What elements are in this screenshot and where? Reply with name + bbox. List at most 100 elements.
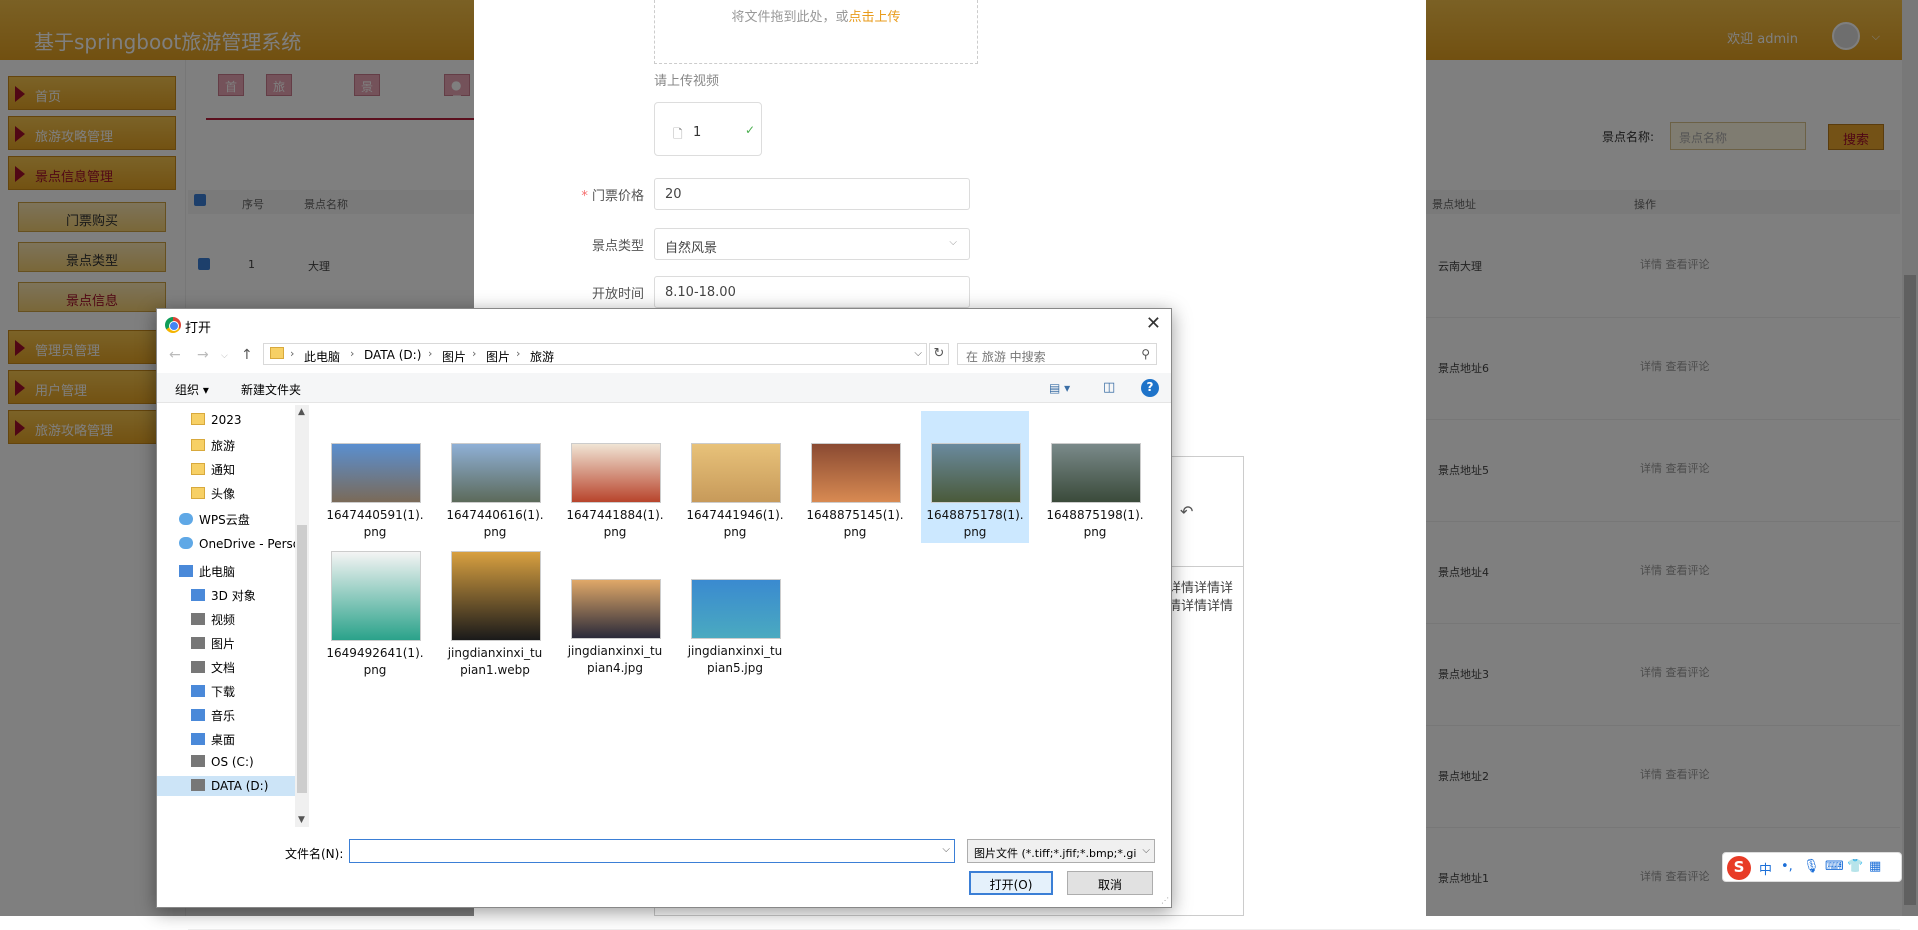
nav-tree-item[interactable]: 此电脑 xyxy=(179,563,235,580)
file-name: 1649492641(1). png xyxy=(326,646,424,677)
file-item[interactable]: 1647441884(1). png xyxy=(561,411,669,543)
forward-arrow-icon[interactable]: → xyxy=(197,347,209,363)
file-open-dialog: 打开 ✕ ← → ⌵ ↑ › 此电脑 › DATA (D:) › 图片 › 图片… xyxy=(156,308,1172,908)
scroll-down-icon[interactable]: ▼ xyxy=(298,815,305,825)
nav-tree-item[interactable]: 旅游 xyxy=(191,437,235,454)
file-item[interactable]: 1648875198(1). png xyxy=(1041,411,1149,543)
file-item[interactable]: jingdianxinxi_tu pian5.jpg xyxy=(681,547,789,679)
microphone-icon[interactable]: 🎙 xyxy=(1803,859,1820,874)
file-item[interactable]: 1648875145(1). png xyxy=(801,411,909,543)
nav-tree-item[interactable]: 下载 xyxy=(191,683,235,700)
nav-tree-item[interactable]: OneDrive - Perso xyxy=(179,537,295,551)
nav-tree-item[interactable]: 图片 xyxy=(191,635,235,652)
preview-pane-icon[interactable]: ◫ xyxy=(1103,380,1115,395)
filetype-select[interactable]: 图片文件 (*.tiff;*.jfif;*.bmp;*.gi ⌵ xyxy=(967,839,1155,863)
cube-icon xyxy=(191,589,205,601)
nav-tree-item[interactable]: 3D 对象 xyxy=(191,587,256,604)
file-name: 1648875145(1). png xyxy=(806,508,904,539)
toolbox-icon[interactable]: ▦ xyxy=(1869,859,1881,874)
breadcrumb-item[interactable]: 图片 xyxy=(442,348,466,365)
video-label: 请上传视频 xyxy=(654,74,720,89)
scroll-up-icon[interactable]: ▲ xyxy=(298,407,305,417)
nav-tree-label: DATA (D:) xyxy=(211,779,269,793)
file-item[interactable]: jingdianxinxi_tu pian4.jpg xyxy=(561,547,669,679)
chevron-down-icon[interactable]: ⌵ xyxy=(914,348,922,359)
cancel-button[interactable]: 取消 xyxy=(1067,871,1153,895)
breadcrumb-item[interactable]: 此电脑 xyxy=(304,348,340,365)
nav-tree-label: 文档 xyxy=(211,661,236,675)
drive-icon xyxy=(191,779,205,791)
nav-tree-item[interactable]: 头像 xyxy=(191,485,235,502)
ime-toolbar[interactable]: S 中 •, 🎙 ⌨ 👕 ▦ xyxy=(1722,852,1902,882)
image-thumbnail xyxy=(331,443,421,503)
download-icon xyxy=(191,685,205,697)
file-list: 1647440591(1). png 1647440616(1). png 164744… xyxy=(311,405,1171,827)
undo-icon[interactable]: ↶ xyxy=(1180,502,1193,521)
folder-icon xyxy=(270,347,284,359)
dialog-title: 打开 xyxy=(185,321,212,336)
nav-tree-label: 音乐 xyxy=(211,709,236,723)
filename-label: 文件名(N): xyxy=(285,847,344,861)
nav-tree-label: 2023 xyxy=(211,413,242,427)
uploaded-file-card[interactable]: 🗋 1 ✓ xyxy=(654,102,762,156)
chevron-down-icon[interactable]: ⌵ xyxy=(942,844,950,855)
document-icon: 🗋 xyxy=(673,127,683,141)
chevron-down-icon: ⌵ xyxy=(1142,845,1150,856)
file-item[interactable]: 1648875178(1). png xyxy=(921,411,1029,543)
filename-input[interactable]: ⌵ xyxy=(349,839,955,863)
file-item[interactable]: 1647440591(1). png xyxy=(321,411,429,543)
type-label: 景点类型 xyxy=(591,239,644,254)
open-time-input[interactable]: 8.10-18.00 xyxy=(654,276,970,308)
upload-hint: 将文件拖到此处，或 xyxy=(731,10,849,25)
organize-button[interactable]: 组织 ▾ xyxy=(175,381,209,398)
new-folder-button[interactable]: 新建文件夹 xyxy=(241,381,301,398)
type-select[interactable]: 自然风景 ⌵ xyxy=(654,228,970,260)
open-button[interactable]: 打开(O) xyxy=(969,871,1053,895)
refresh-icon[interactable]: ↻ xyxy=(929,343,949,365)
editor-content[interactable]: 详情详情详情详情详情 xyxy=(1168,580,1244,620)
nav-tree-item[interactable]: 通知 xyxy=(191,461,235,478)
nav-tree-item[interactable]: 视频 xyxy=(191,611,235,628)
breadcrumb-item[interactable]: 图片 xyxy=(486,348,510,365)
skin-icon[interactable]: 👕 xyxy=(1847,859,1863,874)
chrome-icon xyxy=(165,317,181,333)
recent-dropdown-icon[interactable]: ⌵ xyxy=(221,351,228,361)
folder-icon xyxy=(191,463,205,475)
image-thumbnail xyxy=(931,443,1021,503)
upload-dropzone[interactable]: 将文件拖到此处，或点击上传 xyxy=(654,0,978,64)
help-icon[interactable]: ? xyxy=(1141,379,1159,397)
file-name: jingdianxinxi_tu pian4.jpg xyxy=(567,644,663,675)
video-icon xyxy=(191,613,205,625)
address-bar[interactable]: › 此电脑 › DATA (D:) › 图片 › 图片 › 旅游 ⌵ xyxy=(263,343,927,365)
upload-link[interactable]: 点击上传 xyxy=(849,10,901,25)
punctuation-icon[interactable]: •, xyxy=(1781,859,1793,874)
nav-tree-item[interactable]: DATA (D:) xyxy=(157,776,295,796)
nav-tree-label: 头像 xyxy=(211,487,236,501)
file-item[interactable]: 1647440616(1). png xyxy=(441,411,549,543)
nav-tree-label: 通知 xyxy=(211,463,236,477)
folder-search-input[interactable]: 在 旅游 中搜索 ⚲ xyxy=(957,343,1157,365)
resize-grip-icon[interactable]: ⋰ xyxy=(1161,896,1169,905)
nav-tree-item[interactable]: 文档 xyxy=(191,659,235,676)
up-arrow-icon[interactable]: ↑ xyxy=(241,347,253,363)
sogou-logo-icon[interactable]: S xyxy=(1727,856,1751,880)
nav-tree-item[interactable]: 音乐 xyxy=(191,707,235,724)
file-item[interactable]: 1649492641(1). png xyxy=(321,547,429,679)
navigation-scrollbar-thumb[interactable] xyxy=(297,525,307,793)
file-item[interactable]: 1647441946(1). png xyxy=(681,411,789,543)
breadcrumb-item[interactable]: DATA (D:) xyxy=(364,348,421,362)
close-icon[interactable]: ✕ xyxy=(1146,313,1161,334)
breadcrumb-item[interactable]: 旅游 xyxy=(530,348,554,365)
nav-tree-item[interactable]: 2023 xyxy=(191,413,242,427)
back-arrow-icon[interactable]: ← xyxy=(169,347,181,363)
image-thumbnail xyxy=(451,443,541,503)
keyboard-icon[interactable]: ⌨ xyxy=(1825,859,1844,874)
change-view-icon[interactable]: ▤ ▾ xyxy=(1049,381,1070,395)
price-input[interactable]: 20 xyxy=(654,178,970,210)
ime-language[interactable]: 中 xyxy=(1759,859,1772,878)
nav-tree-item[interactable]: OS (C:) xyxy=(191,755,254,769)
file-item[interactable]: jingdianxinxi_tu pian1.webp xyxy=(441,547,549,679)
nav-tree-item[interactable]: WPS云盘 xyxy=(179,511,250,528)
file-name: 1647441946(1). png xyxy=(686,508,784,539)
nav-tree-item[interactable]: 桌面 xyxy=(191,731,235,748)
